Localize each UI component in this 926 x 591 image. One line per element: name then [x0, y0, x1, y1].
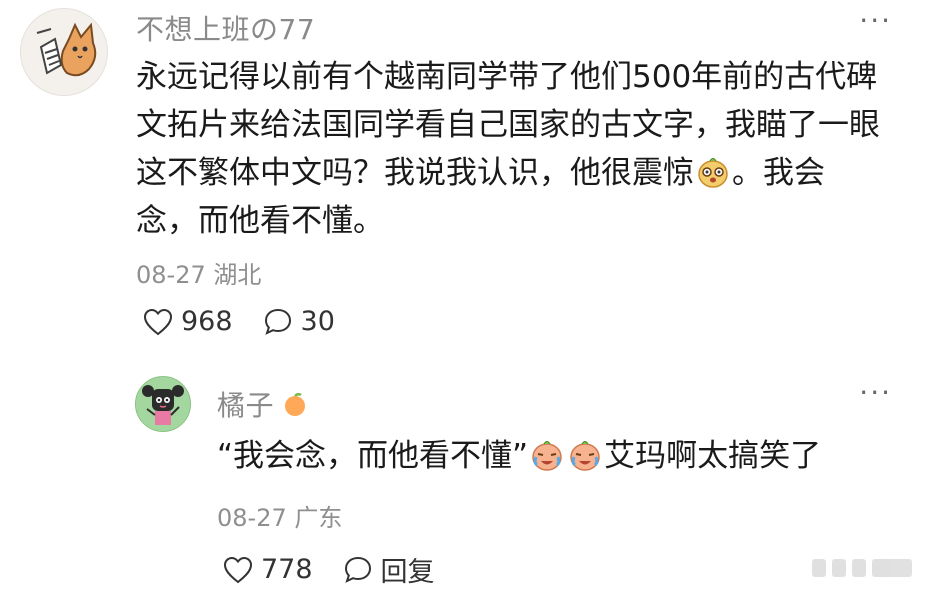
- comment-item: 不想上班の77 ··· 永远记得以前有个越南同学带了他们500年前的古代碑 文拓…: [0, 0, 926, 370]
- comment-text: 永远记得以前有个越南同学带了他们500年前的古代碑 文拓片来给法国同学看自己国家…: [136, 53, 906, 245]
- comment-text-line: 永远记得以前有个越南同学带了他们500年前的古代碑: [136, 59, 878, 95]
- comment-text-line: 念，而他看不懂。: [136, 203, 384, 239]
- username[interactable]: 不想上班の77: [136, 8, 315, 48]
- like-count: 968: [181, 306, 233, 337]
- laughing-crying-emoji: [570, 440, 600, 471]
- more-options-button[interactable]: ···: [859, 4, 892, 37]
- comment-date: 08-27: [217, 504, 287, 532]
- reply-button[interactable]: 30: [263, 306, 335, 337]
- cartoon-girl-avatar-icon: [136, 377, 190, 431]
- comment-text-segment: 。我会: [732, 155, 825, 191]
- avatar[interactable]: [20, 8, 108, 96]
- laughing-crying-emoji: [532, 440, 562, 471]
- speech-bubble-icon: [344, 556, 371, 583]
- orange-icon: [285, 392, 306, 416]
- more-options-button[interactable]: ···: [859, 376, 892, 409]
- comment-text-line: “我会念，而他看不懂” 艾玛啊太搞笑了: [217, 432, 907, 480]
- comment-date: 08-27: [136, 261, 206, 289]
- comment-text-segment: “我会念，而他看不懂”: [217, 438, 529, 474]
- comment-item: 橘子 ··· “我会念，而他看不懂” 艾玛啊太搞笑了 08-27 广东 778 …: [0, 370, 926, 591]
- comment-meta: 08-27 湖北: [136, 255, 261, 290]
- avatar[interactable]: [135, 376, 191, 432]
- comment-location: 广东: [294, 504, 343, 532]
- like-button[interactable]: 778: [223, 554, 313, 585]
- comment-actions: 778 回复: [223, 550, 465, 589]
- username-text[interactable]: 橘子: [217, 384, 274, 424]
- comment-text-line: 文拓片来给法国同学看自己国家的古文字，我瞄了一眼: [136, 107, 880, 143]
- like-count: 778: [261, 554, 313, 585]
- watermark-mark: [812, 559, 826, 577]
- shocked-face-emoji: [698, 157, 728, 188]
- reply-count: 30: [300, 306, 335, 337]
- comment-text-line: 这不繁体中文吗？我说我认识，他很震惊 。我会: [136, 149, 906, 197]
- reply-label: 回复: [380, 557, 435, 588]
- like-button[interactable]: 968: [143, 306, 233, 337]
- heart-icon: [143, 308, 173, 335]
- cartoon-cat-avatar-icon: [21, 9, 107, 95]
- watermark-mark: [832, 559, 846, 577]
- speech-bubble-icon: [264, 308, 291, 335]
- comment-actions: 968 30: [143, 306, 365, 337]
- comment-meta: 08-27 广东: [217, 498, 342, 533]
- comment-location: 湖北: [213, 261, 262, 289]
- watermark: [812, 559, 912, 577]
- comment-text-segment: 这不繁体中文吗？我说我认识，他很震惊: [136, 155, 694, 191]
- reply-button[interactable]: 回复: [343, 550, 435, 589]
- comment-text: “我会念，而他看不懂” 艾玛啊太搞笑了: [217, 432, 907, 480]
- username: 橘子: [217, 384, 308, 424]
- comment-text-segment: 艾玛啊太搞笑了: [604, 438, 822, 474]
- heart-icon: [223, 556, 253, 583]
- watermark-mark: [872, 559, 912, 577]
- watermark-mark: [852, 559, 866, 577]
